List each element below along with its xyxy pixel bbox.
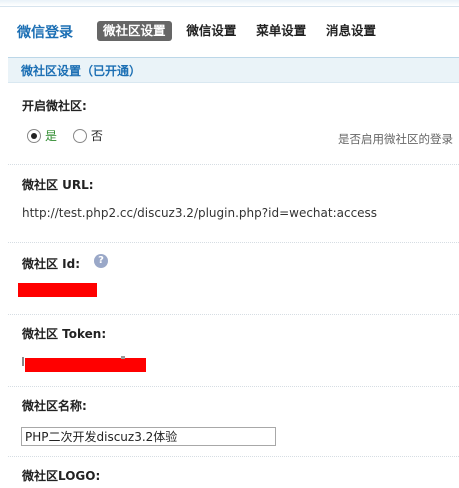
header: 微信登录 微社区设置 微信设置 菜单设置 消息设置 — [0, 18, 459, 46]
url-value: http://test.php2.cc/discuz3.2/plugin.php… — [22, 206, 378, 220]
tab-bar: 微社区设置 微信设置 菜单设置 消息设置 — [97, 21, 387, 41]
divider — [8, 456, 459, 457]
tab-community-settings[interactable]: 微社区设置 — [97, 21, 172, 41]
enable-no-label[interactable]: 否 — [91, 127, 103, 144]
token-text-fragment — [22, 357, 24, 366]
community-name-input[interactable]: PHP二次开发discuz3.2体验 — [21, 427, 276, 446]
tab-message-settings[interactable]: 消息设置 — [321, 21, 381, 41]
divider — [8, 164, 459, 165]
divider — [8, 242, 459, 243]
top-border — [0, 0, 459, 7]
enable-hint: 是否启用微社区的登录 — [338, 132, 453, 146]
id-label: 微社区 Id: — [22, 257, 81, 271]
url-label: 微社区 URL: — [22, 178, 94, 192]
divider — [8, 314, 459, 315]
enable-yes-label[interactable]: 是 — [45, 127, 57, 144]
tab-menu-settings[interactable]: 菜单设置 — [251, 21, 311, 41]
token-text-fragment — [121, 356, 125, 359]
section-title: 微社区设置（已开通） — [21, 64, 142, 78]
enable-label: 开启微社区: — [22, 99, 87, 113]
question-bubble-icon[interactable]: ? — [94, 254, 108, 268]
app-title: 微信登录 — [17, 25, 73, 41]
divider — [8, 386, 459, 387]
token-value-redacted — [25, 358, 146, 372]
token-label: 微社区 Token: — [22, 327, 107, 341]
enable-radio-group: 是 否 — [27, 127, 103, 143]
id-value-redacted — [18, 283, 97, 297]
enable-yes-radio[interactable] — [27, 128, 41, 143]
section-header: 微社区设置（已开通） — [8, 57, 459, 83]
name-label: 微社区名称: — [22, 399, 87, 413]
tab-wechat-settings[interactable]: 微信设置 — [181, 21, 241, 41]
logo-label: 微社区LOGO: — [22, 469, 101, 483]
enable-no-radio[interactable] — [72, 128, 87, 143]
